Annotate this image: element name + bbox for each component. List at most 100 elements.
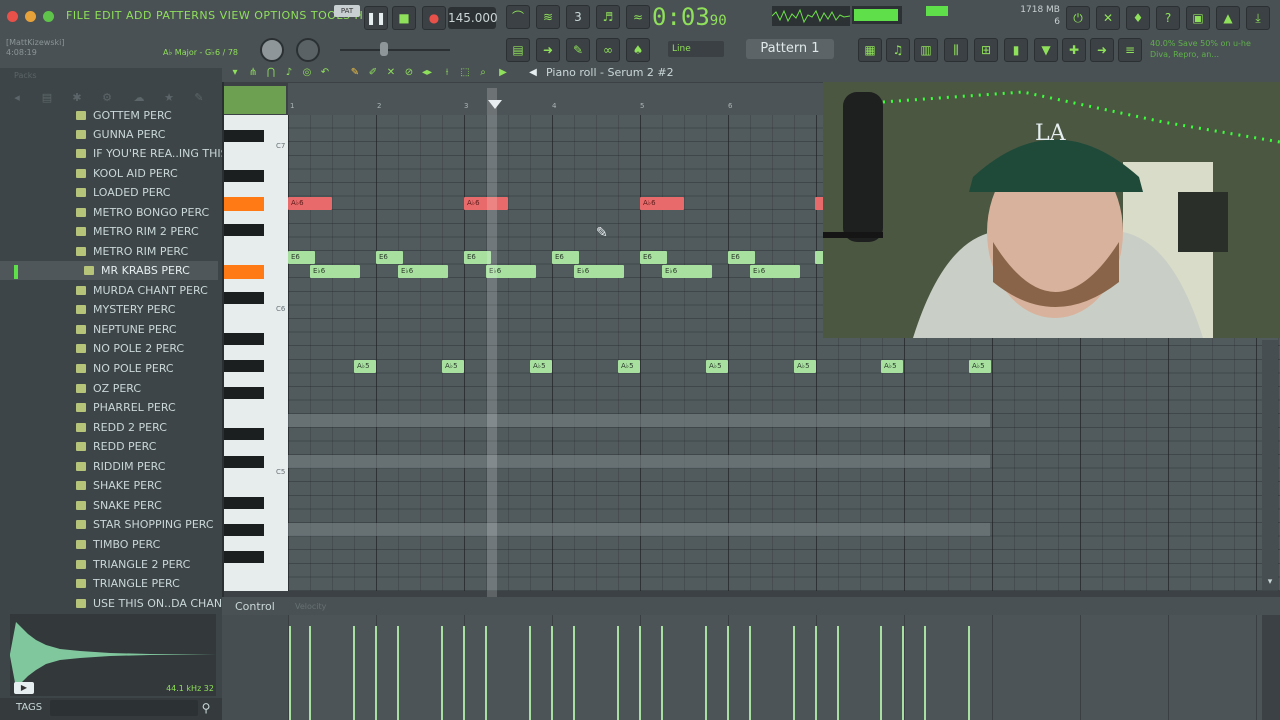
- plugin-picker-icon[interactable]: ▮: [1004, 38, 1028, 62]
- velocity-bar[interactable]: [397, 626, 399, 720]
- note-ab5[interactable]: A♭5: [706, 360, 728, 373]
- note-ab5[interactable]: A♭5: [442, 360, 464, 373]
- velocity-bar[interactable]: [551, 626, 553, 720]
- undo-icon[interactable]: ↶: [318, 67, 332, 79]
- browser-files-icon[interactable]: ▤: [38, 91, 56, 105]
- velocity-bar[interactable]: [793, 626, 795, 720]
- playlist-icon[interactable]: ▤: [506, 38, 530, 62]
- list-item[interactable]: GOTTEM PERC: [0, 109, 218, 125]
- black-key[interactable]: [224, 292, 264, 304]
- zoom-tool-icon[interactable]: ⌕: [476, 67, 490, 79]
- list-item[interactable]: REDD 2 PERC: [0, 418, 218, 437]
- timeline-ruler[interactable]: [288, 83, 823, 115]
- stamp-icon[interactable]: ♠: [626, 38, 650, 62]
- snap-icon[interactable]: ⋂: [264, 67, 278, 79]
- touch-controller-icon[interactable]: ▼: [1034, 38, 1058, 62]
- note-e6[interactable]: E6: [640, 251, 667, 264]
- note-ab5[interactable]: A♭5: [354, 360, 376, 373]
- stop-button[interactable]: ■: [392, 6, 416, 30]
- list-item[interactable]: METRO RIM 2 PERC: [0, 222, 218, 241]
- velocity-bar[interactable]: [727, 626, 729, 720]
- tempo-display[interactable]: 145.000: [448, 7, 498, 29]
- slice-tool-icon[interactable]: ⟊: [440, 67, 454, 79]
- velocity-bar[interactable]: [309, 626, 311, 720]
- master-slider-handle[interactable]: [380, 42, 388, 56]
- velocity-bar[interactable]: [968, 626, 970, 720]
- piano-keyboard[interactable]: [224, 115, 288, 591]
- power-icon[interactable]: ⏻: [1066, 6, 1090, 30]
- note-eb6[interactable]: E♭6: [398, 265, 448, 278]
- note-ab6[interactable]: A♭6: [640, 197, 684, 210]
- velocity-bar[interactable]: [837, 626, 839, 720]
- browser-view-icon[interactable]: ⊞: [974, 38, 998, 62]
- note-ab6[interactable]: A♭6: [288, 197, 332, 210]
- close-window-button[interactable]: [7, 11, 18, 22]
- list-item[interactable]: USE THIS ON..DA CHANT PERC: [0, 594, 222, 609]
- record-button[interactable]: ●: [422, 6, 446, 30]
- note-eb6[interactable]: E♭6: [750, 265, 800, 278]
- highlighted-key-e6[interactable]: [224, 265, 264, 279]
- toolkit-icon[interactable]: ✕: [1096, 6, 1120, 30]
- help-icon[interactable]: ?: [1156, 6, 1180, 30]
- list-item[interactable]: KOOL AID PERC: [0, 164, 218, 183]
- list-item[interactable]: NEPTUNE PERC: [0, 320, 218, 339]
- velocity-bar[interactable]: [815, 626, 817, 720]
- note-ab5[interactable]: A♭5: [794, 360, 816, 373]
- note-eb6[interactable]: E♭6: [310, 265, 360, 278]
- note-e6[interactable]: E6: [728, 251, 755, 264]
- playhead-marker[interactable]: [488, 100, 502, 109]
- velocity-bar[interactable]: [902, 626, 904, 720]
- velocity-bar[interactable]: [617, 626, 619, 720]
- mixer-icon[interactable]: ⫼: [944, 38, 968, 62]
- list-item[interactable]: TIMBO PERC: [0, 535, 218, 554]
- piano-roll-view-icon[interactable]: ♫: [886, 38, 910, 62]
- stamp-tool-icon[interactable]: ♪: [282, 67, 296, 79]
- tag-search-input[interactable]: [50, 700, 198, 716]
- velocity-bar[interactable]: [573, 626, 575, 720]
- velocity-bar[interactable]: [639, 626, 641, 720]
- note-ab5[interactable]: A♭5: [530, 360, 552, 373]
- list-item[interactable]: NO POLE PERC: [0, 359, 218, 378]
- channel-rack-icon[interactable]: ▥: [914, 38, 938, 62]
- highlighted-key-ab6[interactable]: [224, 197, 264, 211]
- note-ab5[interactable]: A♭5: [881, 360, 903, 373]
- note-ab5[interactable]: A♭5: [618, 360, 640, 373]
- vertical-scrollbar[interactable]: [1262, 340, 1278, 590]
- arrow-right-icon[interactable]: ➜: [536, 38, 560, 62]
- magnet-icon[interactable]: ⋔: [246, 67, 260, 79]
- velocity-bar[interactable]: [375, 626, 377, 720]
- list-item[interactable]: STAR SHOPPING PERC: [0, 515, 218, 534]
- link-icon[interactable]: ∞: [596, 38, 620, 62]
- list-item[interactable]: RIDDIM PERC: [0, 457, 218, 476]
- black-key[interactable]: [224, 456, 264, 468]
- metronome-icon[interactable]: ⌒: [506, 5, 530, 29]
- black-key[interactable]: [224, 387, 264, 399]
- black-key[interactable]: [224, 524, 264, 536]
- playlist-view-icon[interactable]: ▦: [858, 38, 882, 62]
- control-target-select[interactable]: Control: [235, 600, 275, 613]
- delete-tool-icon[interactable]: ✕: [384, 67, 398, 79]
- step-edit-icon[interactable]: ♬: [596, 5, 620, 29]
- note-eb6[interactable]: E♭6: [574, 265, 624, 278]
- note-e6[interactable]: E6: [552, 251, 579, 264]
- list-item[interactable]: SNAKE PERC: [0, 496, 218, 515]
- velocity-bar[interactable]: [924, 626, 926, 720]
- velocity-bar[interactable]: [661, 626, 663, 720]
- snap-mode-select[interactable]: Line: [668, 41, 724, 57]
- slip-tool-icon[interactable]: ◂▸: [420, 67, 434, 79]
- velocity-bar[interactable]: [749, 626, 751, 720]
- countdown-icon[interactable]: 3: [566, 5, 590, 29]
- velocity-bar[interactable]: [289, 626, 291, 720]
- select-tool-icon[interactable]: ⬚: [458, 67, 472, 79]
- black-key[interactable]: [224, 497, 264, 509]
- list-item[interactable]: GUNNA PERC: [0, 125, 218, 144]
- piano-roll-menu-icon[interactable]: ▾: [228, 67, 242, 79]
- pattern-selector[interactable]: Pattern 1: [746, 39, 834, 59]
- note-e6[interactable]: E6: [376, 251, 403, 264]
- paint-tool-icon[interactable]: ✐: [366, 67, 380, 79]
- list-item[interactable]: NO POLE 2 PERC: [0, 339, 218, 358]
- save-icon[interactable]: ▣: [1186, 6, 1210, 30]
- scroll-down-icon[interactable]: ▾: [1264, 576, 1276, 588]
- maximize-window-button[interactable]: [43, 11, 54, 22]
- velocity-bar[interactable]: [485, 626, 487, 720]
